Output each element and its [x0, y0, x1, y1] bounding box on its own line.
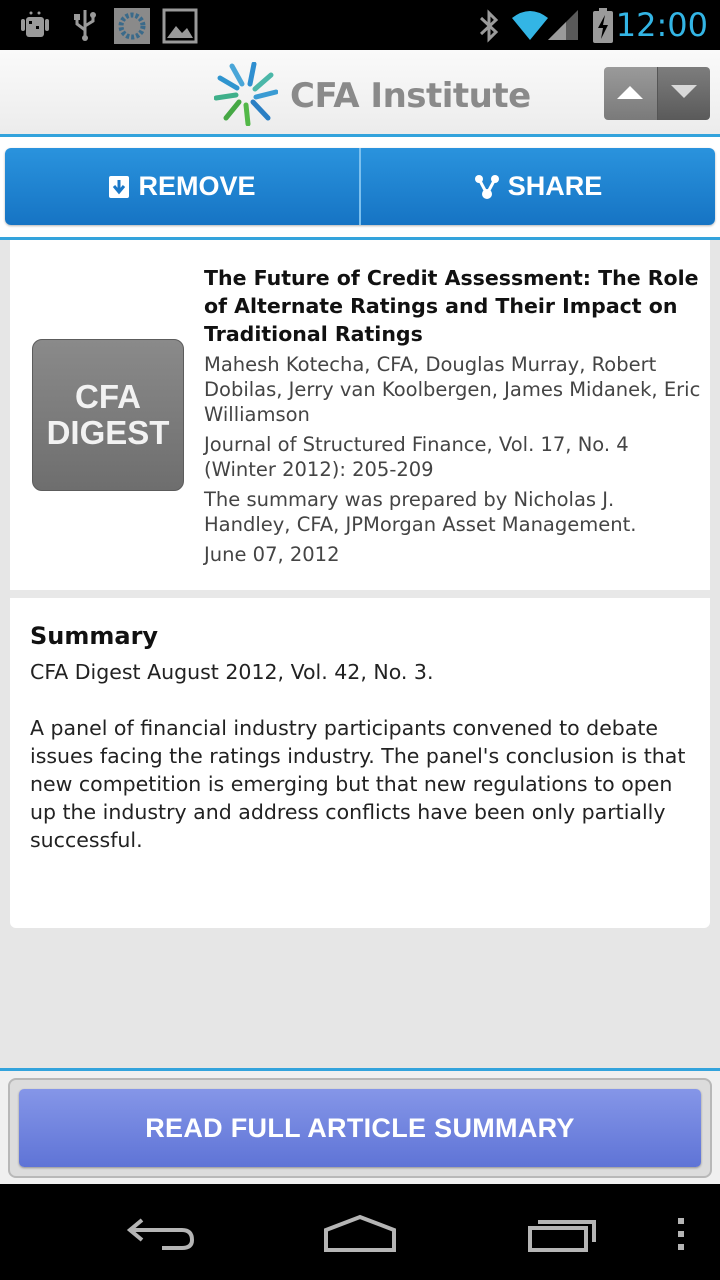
status-clock: 12:00 [615, 6, 708, 44]
recent-apps-icon[interactable] [526, 1214, 598, 1258]
article-card: CFA DIGEST The Future of Credit Assessme… [10, 240, 710, 590]
summary-card: Summary CFA Digest August 2012, Vol. 42,… [10, 598, 710, 928]
share-icon [474, 174, 500, 200]
action-button-group: REMOVE SHARE [5, 148, 715, 225]
usb-icon [70, 8, 100, 46]
status-bar: 12:00 [0, 0, 720, 50]
card-divider [10, 590, 710, 598]
download-icon [108, 175, 130, 199]
arrow-down-icon [669, 83, 699, 105]
share-label: SHARE [507, 171, 603, 201]
read-full-summary-button[interactable]: READ FULL ARTICLE SUMMARY [19, 1089, 701, 1167]
article-authors: Mahesh Kotecha, CFA, Douglas Murray, Rob… [204, 353, 701, 426]
summary-heading: Summary [30, 622, 159, 650]
article-meta: The Future of Credit Assessment: The Rol… [204, 264, 704, 572]
back-icon[interactable] [124, 1214, 196, 1258]
app-notification-icon [114, 8, 150, 48]
cfa-logo: CFA Institute [213, 61, 531, 130]
action-bar: REMOVE SHARE [0, 137, 720, 239]
article-title: The Future of Credit Assessment: The Rol… [204, 266, 699, 346]
summary-source: CFA Digest August 2012, Vol. 42, No. 3. [30, 660, 434, 684]
gallery-icon [162, 8, 198, 48]
article-prepared-by: The summary was prepared by Nicholas J. … [204, 488, 637, 536]
thumbnail-line2: DIGEST [46, 414, 170, 451]
footer: READ FULL ARTICLE SUMMARY [0, 1071, 720, 1184]
android-debug-icon [18, 8, 52, 46]
article-pager [604, 67, 710, 120]
wifi-icon [510, 8, 550, 46]
arrow-up-icon [615, 83, 645, 105]
summary-body: A panel of financial industry participan… [30, 716, 686, 852]
cfa-logo-icon [213, 61, 279, 130]
home-icon[interactable] [322, 1214, 398, 1258]
share-button[interactable]: SHARE [359, 148, 715, 225]
cfa-digest-thumbnail: CFA DIGEST [32, 339, 184, 491]
logo-text: CFA Institute [290, 76, 531, 116]
system-nav-bar [0, 1184, 720, 1280]
remove-button[interactable]: REMOVE [5, 148, 359, 225]
bluetooth-icon [476, 8, 502, 48]
thumbnail-line1: CFA [75, 378, 141, 415]
read-button-frame: READ FULL ARTICLE SUMMARY [8, 1078, 712, 1178]
signal-icon [546, 8, 580, 46]
overflow-menu-icon[interactable] [674, 1216, 688, 1256]
next-article-button[interactable] [656, 67, 710, 120]
article-date: June 07, 2012 [204, 543, 340, 566]
remove-label: REMOVE [138, 171, 256, 201]
app-header: CFA Institute [0, 50, 720, 137]
previous-article-button[interactable] [604, 67, 657, 120]
article-journal: Journal of Structured Finance, Vol. 17, … [204, 433, 629, 481]
battery-charging-icon [592, 8, 614, 48]
